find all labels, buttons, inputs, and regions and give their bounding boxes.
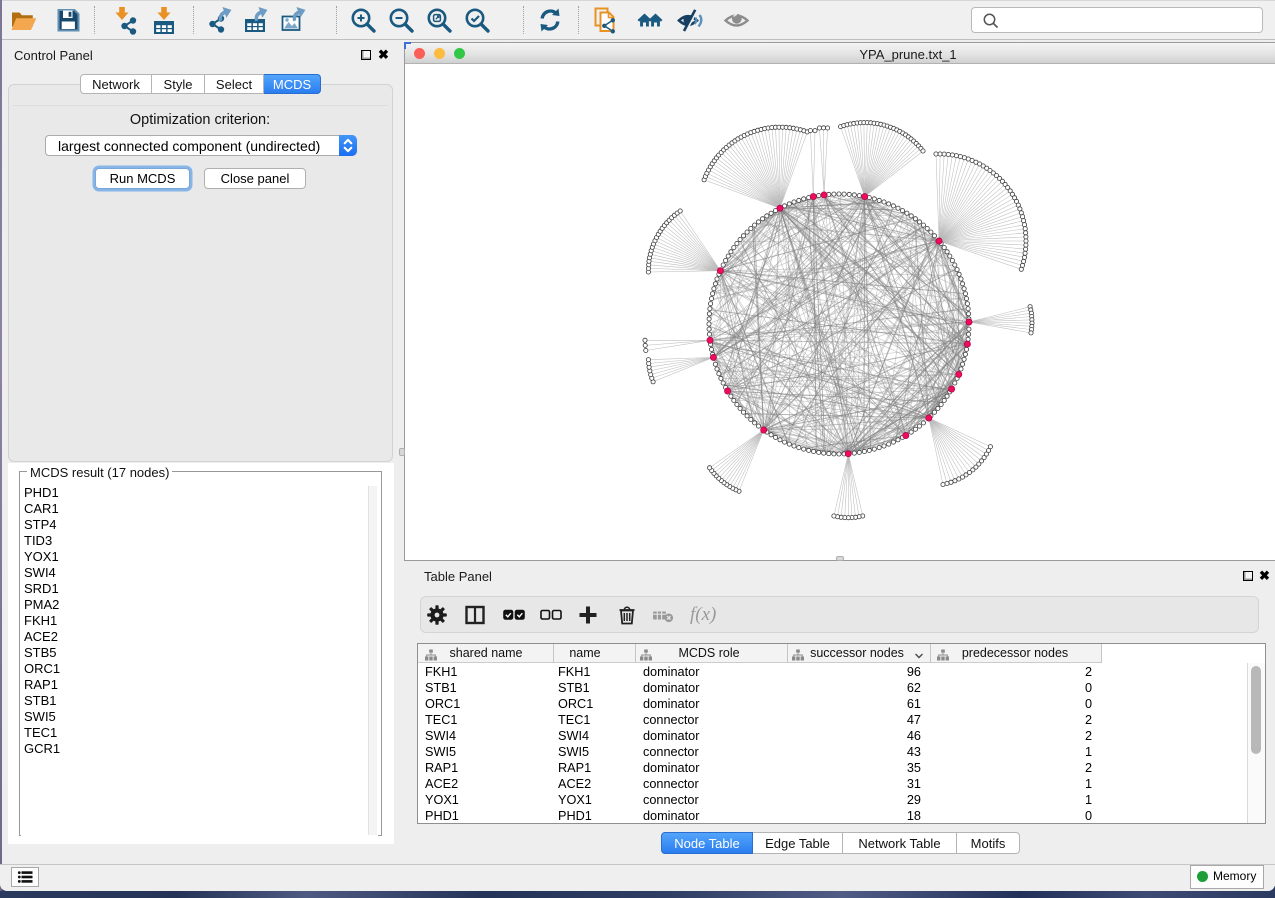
svg-text:f(x): f(x)	[690, 604, 716, 625]
